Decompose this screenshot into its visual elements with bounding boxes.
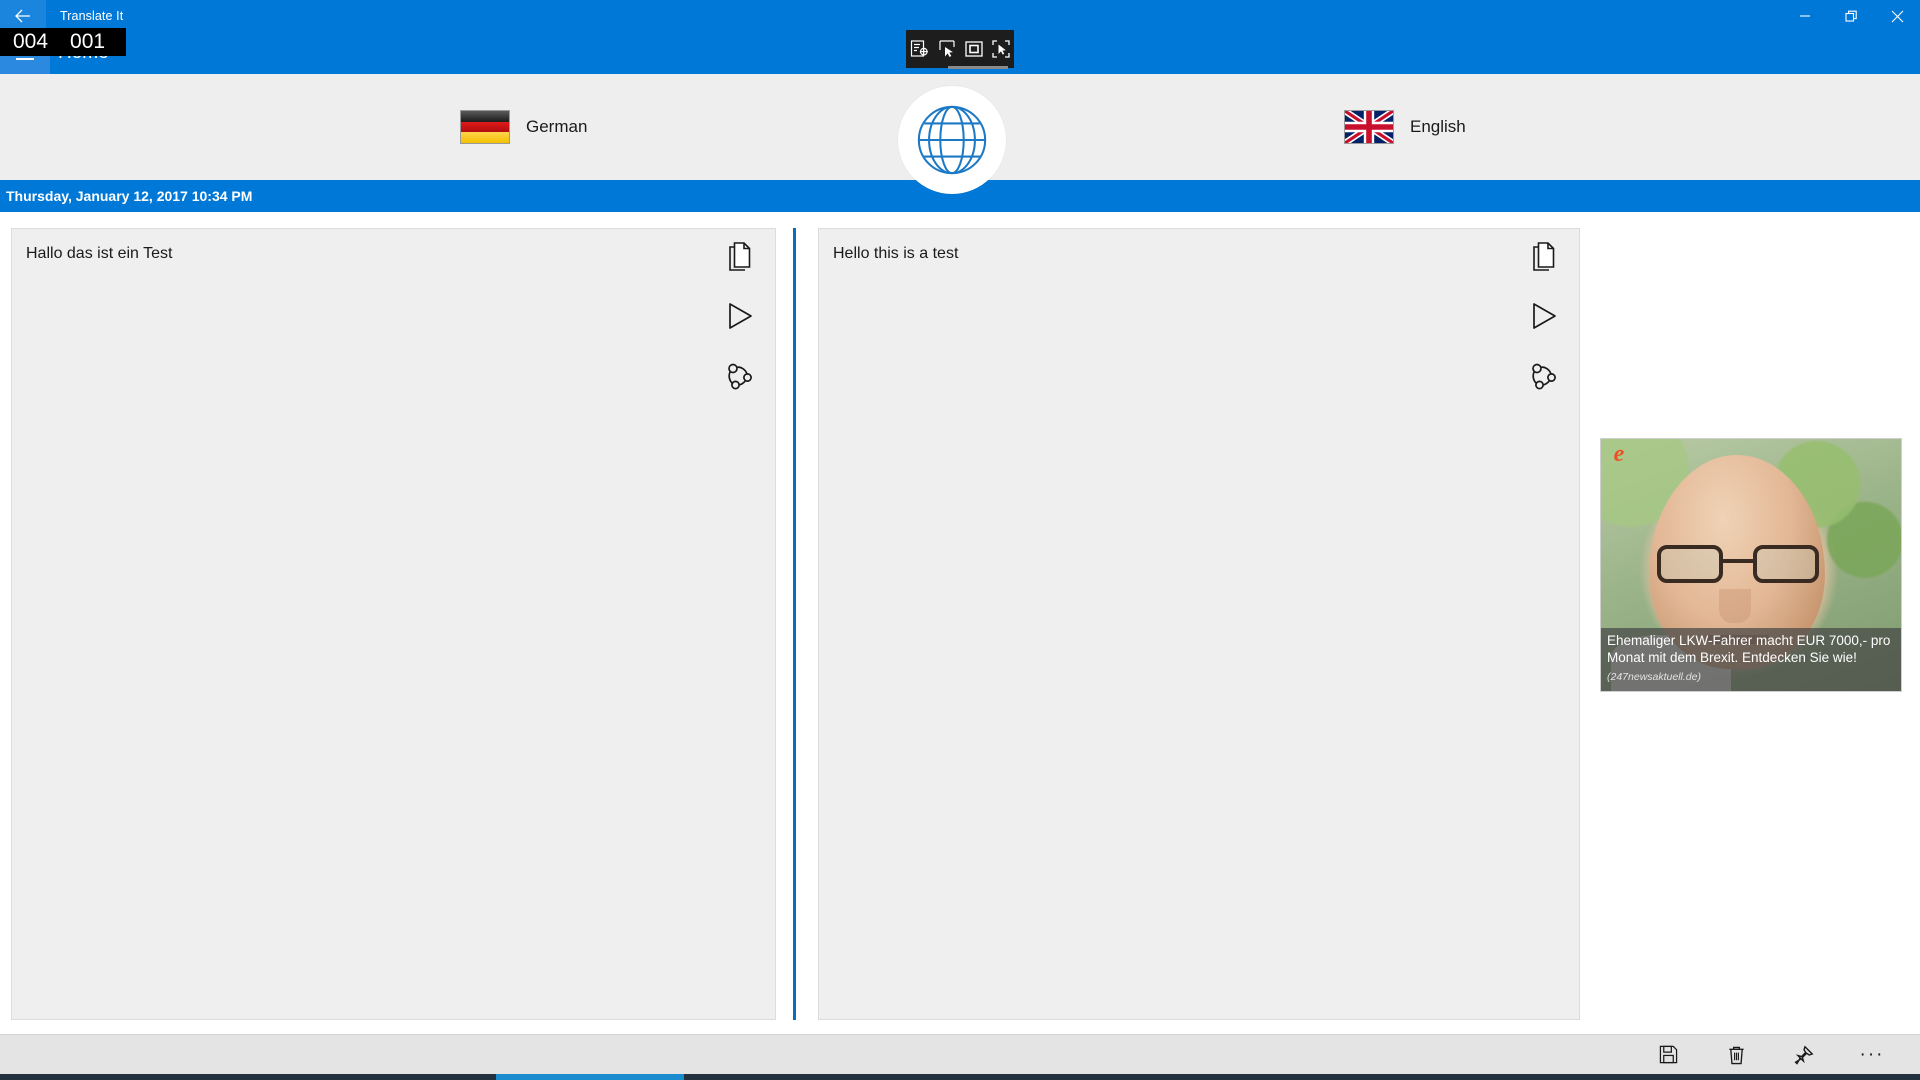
- advertisement-banner[interactable]: e Ehemaliger LKW-Fahrer macht EUR 7000,-…: [1600, 438, 1902, 692]
- close-button[interactable]: [1874, 0, 1920, 32]
- ad-glasses-detail: [1657, 545, 1819, 585]
- panel-divider: [793, 228, 796, 1020]
- source-copy-button[interactable]: [723, 239, 757, 273]
- minimize-button[interactable]: [1782, 0, 1828, 32]
- swap-languages-button[interactable]: [898, 86, 1006, 194]
- source-language-label: German: [526, 117, 588, 136]
- restore-icon: [1844, 10, 1857, 22]
- play-icon: [1533, 303, 1556, 329]
- restore-button[interactable]: [1828, 0, 1874, 32]
- inspect-properties-button[interactable]: [909, 38, 931, 60]
- target-share-button[interactable]: [1527, 359, 1561, 393]
- copy-icon: [729, 242, 751, 271]
- save-button[interactable]: [1634, 1035, 1702, 1074]
- pin-icon: [1794, 1045, 1814, 1065]
- cursor-select-button[interactable]: [936, 38, 958, 60]
- copy-icon: [1533, 242, 1555, 271]
- source-share-button[interactable]: [723, 359, 757, 393]
- window-controls: [1782, 0, 1920, 32]
- taskbar: [0, 1074, 1920, 1080]
- target-play-button[interactable]: [1527, 299, 1561, 333]
- inspect-toolbar-drag-handle[interactable]: [948, 66, 1008, 69]
- date-text: Thursday, January 12, 2017 10:34 PM: [6, 188, 253, 204]
- target-language-label: English: [1410, 117, 1466, 136]
- save-icon: [1659, 1045, 1677, 1064]
- ad-caption: Ehemaliger LKW-Fahrer macht EUR 7000,- p…: [1601, 627, 1901, 691]
- capture-region-button[interactable]: [990, 38, 1012, 60]
- source-panel-actions: [723, 239, 757, 393]
- uk-flag-icon: [1344, 110, 1394, 144]
- source-text-panel[interactable]: Hallo das ist ein Test: [11, 228, 776, 1020]
- german-flag-icon: [460, 110, 510, 144]
- target-language-selector[interactable]: English: [1344, 74, 1466, 180]
- delete-button[interactable]: [1702, 1035, 1770, 1074]
- debug-number-overlay: 004 001: [0, 28, 126, 56]
- inspect-toolbar-overlay[interactable]: [906, 30, 1014, 68]
- inspect-properties-icon: [910, 40, 928, 57]
- translation-content: Hallo das ist ein Test Hello this is a t…: [0, 212, 1920, 1034]
- cursor-select-icon: [938, 40, 955, 57]
- target-text: Hello this is a test: [833, 245, 959, 262]
- source-language-selector[interactable]: German: [460, 74, 587, 180]
- highlight-rectangle-icon: [964, 41, 983, 57]
- app-title: Translate It: [60, 9, 124, 23]
- title-bar: Translate It: [0, 0, 1920, 32]
- minimize-icon: [1800, 15, 1810, 17]
- overlay-number-right: 001: [70, 30, 106, 53]
- play-icon: [729, 303, 752, 329]
- highlight-rectangle-button[interactable]: [963, 38, 985, 60]
- ad-headline: Ehemaliger LKW-Fahrer macht EUR 7000,- p…: [1607, 632, 1891, 666]
- target-text-panel[interactable]: Hello this is a test: [818, 228, 1580, 1020]
- pin-button[interactable]: [1770, 1035, 1838, 1074]
- more-button[interactable]: ···: [1838, 1035, 1906, 1074]
- delete-icon: [1728, 1046, 1744, 1064]
- close-icon: [1891, 10, 1903, 22]
- adchoices-icon[interactable]: e: [1607, 442, 1631, 466]
- share-icon: [728, 363, 752, 390]
- app-bar-actions: ···: [1634, 1035, 1906, 1074]
- app-window: Translate It Home: [0, 0, 1920, 1080]
- bottom-app-bar: ···: [0, 1034, 1920, 1074]
- more-icon: ···: [1859, 1044, 1885, 1065]
- capture-region-icon: [991, 40, 1010, 58]
- target-copy-button[interactable]: [1527, 239, 1561, 273]
- target-panel-actions: [1527, 239, 1561, 393]
- back-arrow-icon: [15, 9, 30, 23]
- overlay-number-left: 004: [13, 30, 49, 53]
- source-text: Hallo das ist ein Test: [26, 245, 173, 262]
- globe-icon: [917, 105, 987, 175]
- source-play-button[interactable]: [723, 299, 757, 333]
- taskbar-active-indicator: [496, 1074, 684, 1080]
- ad-source: (247newsaktuell.de): [1607, 670, 1701, 683]
- share-icon: [1532, 363, 1556, 390]
